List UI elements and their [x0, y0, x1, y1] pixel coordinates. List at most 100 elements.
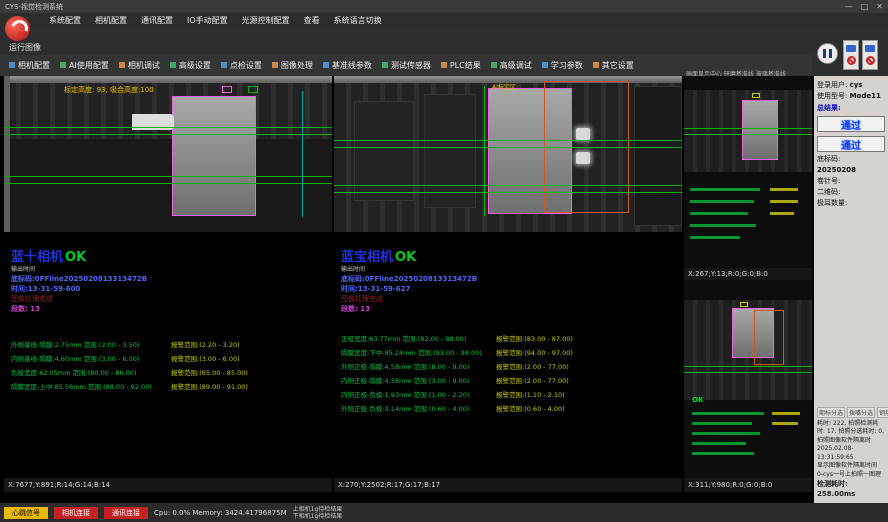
left-camera-panel: 标定高度: 93, 吸合高度:100 蓝十相机OK 输出时间 底标码:0FFli…: [4, 76, 332, 478]
menu-bar: 系统配置 相机配置 通讯配置 IO手动配置 光源控制配置 查看 系统语言切换: [0, 13, 888, 28]
machinery-block: [634, 86, 682, 226]
measurement-row: 外侧正极-负极:3.14mm 范围:(0.60 - 4.00) 报警范围:(0.…: [341, 402, 678, 416]
toolbar-advanced-debug[interactable]: 高级调试: [486, 60, 537, 71]
tool-icon: [221, 62, 227, 68]
stat-line: 0-cys一号上拍照一图理: [817, 471, 885, 480]
menu-item-camera-config[interactable]: 相机配置: [88, 15, 134, 26]
camera-toggle-button-1[interactable]: [843, 40, 859, 70]
maximize-icon[interactable]: □: [861, 2, 869, 11]
measurement-row: 隔膜宽度-下中:85.24mm 范围:(93.00 - 98.00) 报警范围:…: [341, 346, 678, 360]
menu-item-language[interactable]: 系统语言切换: [327, 15, 389, 26]
tool-icon: [323, 62, 329, 68]
measurement-value: 内侧正极-负极:1.93mm 范围:(1.00 - 2.20): [341, 388, 496, 402]
measurement-value: 隔膜宽度-上中:85.56mm 范围:(88.00 - 92.00): [11, 380, 171, 394]
toolbar-plc-result[interactable]: PLC结果: [436, 60, 486, 71]
process-status-line: 图像处理完成: [341, 294, 678, 304]
output-time-label: 输出时间: [341, 265, 678, 274]
menu-item-comm-config[interactable]: 通讯配置: [134, 15, 180, 26]
preview1-coordinates-bar: X:267;Y:13;R:0;G:0;B:0: [684, 268, 812, 280]
toolbar-image-processing[interactable]: 图像处理: [267, 60, 318, 71]
toolbar-baseline-params[interactable]: 基准线参数: [318, 60, 377, 71]
part-highlight-rect: [172, 96, 256, 216]
pause-button[interactable]: [817, 43, 838, 64]
measurement-value: 内侧基线-隔膜:4.60mm 范围:(3.00 - 6.00): [11, 352, 171, 366]
detection-time-line: 检测耗时: 258.00ms: [817, 479, 885, 499]
menu-item-view[interactable]: 查看: [297, 15, 327, 26]
alarm-range: 报警范围:(2.00 - 77.00): [496, 374, 569, 388]
tool-icon: [593, 62, 599, 68]
info-sidebar: 登录用户: cys 使用型号: Mode11 总结果: 通过 通过 底标码: 2…: [814, 76, 888, 503]
alarm-range: 报警范围:(94.00 - 97.00): [496, 346, 573, 360]
overlay-green-line: [684, 366, 812, 367]
tab-sorting-3[interactable]: 钢接换线: [877, 407, 888, 418]
result-ok-badge: OK: [395, 250, 416, 265]
menu-item-system-config[interactable]: 系统配置: [42, 15, 88, 26]
tool-icon: [9, 62, 15, 68]
machinery-edge: [4, 76, 10, 232]
status-bar: 心跳信号 相机连接 通讯连接 Cpu: 0.0% Memory: 3424.41…: [0, 503, 888, 522]
toolbar-ai-config[interactable]: AI使用配置: [55, 60, 114, 71]
toolbar-spot-check[interactable]: 点检设置: [216, 60, 267, 71]
overlay-green-vline: [484, 86, 485, 216]
machinery-lower: [4, 139, 332, 232]
barcode-line: 底标码:0FFline2025020813313472B: [341, 274, 678, 284]
barcode-row: 底标码:: [817, 154, 885, 165]
preview-camera-2[interactable]: OK: [684, 280, 812, 478]
upper-camera-queue: 上相机1g待检结果: [293, 506, 343, 513]
measurement-row: 负极宽度:62.05mm 范围:(80.00 - 86.00) 报警范围:(65…: [11, 366, 328, 380]
menu-item-light-control[interactable]: 光源控制配置: [235, 15, 297, 26]
alarm-line-marker: [770, 188, 798, 191]
camera-icon: [865, 45, 875, 52]
text-line-marker: [690, 200, 754, 203]
toolbar-learn-params[interactable]: 学习参数: [537, 60, 588, 71]
menu-item-io-manual[interactable]: IO手动配置: [180, 15, 235, 26]
app-window: CYS-视觉检测系统 — □ ✕ 系统配置 相机配置 通讯配置 IO手动配置 光…: [0, 0, 888, 522]
legend-box-green: [248, 86, 258, 93]
roll-number-label: 卷针号:: [817, 176, 885, 187]
tab-count-label: 极耳数量:: [817, 198, 885, 209]
right-coordinates-bar: X:270;Y:2502;R:17;G:17;B:17: [334, 478, 682, 492]
minimize-icon[interactable]: —: [845, 2, 853, 11]
toolbar-camera-debug[interactable]: 相机调试: [114, 60, 165, 71]
barcode-label: 底标码:: [817, 155, 840, 163]
toolbar-advanced-settings[interactable]: 高级设置: [165, 60, 216, 71]
measurement-value: 隔膜宽度-下中:85.24mm 范围:(93.00 - 98.00): [341, 346, 496, 360]
model-value: Mode11: [850, 92, 881, 100]
right-camera-image[interactable]: AI标定区: [334, 76, 682, 232]
result-line: 蓝十相机OK: [11, 250, 328, 265]
segment-line: 段数: 13: [11, 304, 328, 314]
alarm-range: 报警范围:(1.10 - 2.10): [496, 388, 565, 402]
window-controls: — □ ✕: [845, 2, 883, 11]
preview-camera-1[interactable]: [684, 76, 812, 268]
time-line: 时间:13-31-59-627: [341, 284, 678, 294]
measurement-row: 外侧正极-隔膜:4.58mm 范围:(8.00 - 9.00) 报警范围:(2.…: [341, 360, 678, 374]
alarm-range: 报警范围:(65.00 - 85.00): [171, 366, 248, 380]
toolbar-sensor-test[interactable]: 测试传感器: [377, 60, 436, 71]
measurement-row: 内侧基线-隔膜:4.60mm 范围:(3.00 - 6.00) 报警范围:(3.…: [11, 352, 328, 366]
overlay-green-line: [4, 183, 332, 184]
tab-sorting-1[interactable]: 期标分选: [817, 407, 845, 418]
text-line-marker: [690, 212, 748, 215]
pending-results: 上相机1g待检结果 下相机1g待检结果: [293, 506, 343, 520]
camera-toggle-button-2[interactable]: [862, 40, 878, 70]
toolbar-camera-config[interactable]: 相机配置: [4, 60, 55, 71]
machinery-block: [424, 94, 476, 208]
process-status-line: 图像处理完成: [11, 294, 328, 304]
tab-sorting-2[interactable]: 拨嘴分选: [847, 407, 875, 418]
camera-connection-badge: 相机连接: [54, 507, 98, 519]
measurement-value: 负极宽度:62.05mm 范围:(80.00 - 86.00): [11, 366, 171, 380]
overlay-green-line: [4, 176, 332, 177]
model-row: 使用型号: Mode11: [817, 91, 885, 102]
close-icon[interactable]: ✕: [876, 2, 883, 11]
tool-icon: [491, 62, 497, 68]
left-camera-image[interactable]: 标定高度: 93, 吸合高度:100: [4, 76, 332, 232]
toolbar-other-settings[interactable]: 其它设置: [588, 60, 639, 71]
alarm-line-marker: [770, 200, 798, 203]
right-camera-panel: AI标定区 蓝宝相机OK 输出时间 底标码:0FFline20250208133…: [334, 76, 682, 478]
segment-line: 段数: 13: [341, 304, 678, 314]
stat-line: 时: 17, 拍照分选耗时: 0,: [817, 428, 885, 437]
legend-box-yellow: [752, 93, 760, 98]
alarm-line-marker: [772, 412, 800, 415]
alarm-range: 报警范围:(2.20 - 3.20): [171, 338, 240, 352]
comm-connection-badge: 通讯连接: [104, 507, 148, 519]
